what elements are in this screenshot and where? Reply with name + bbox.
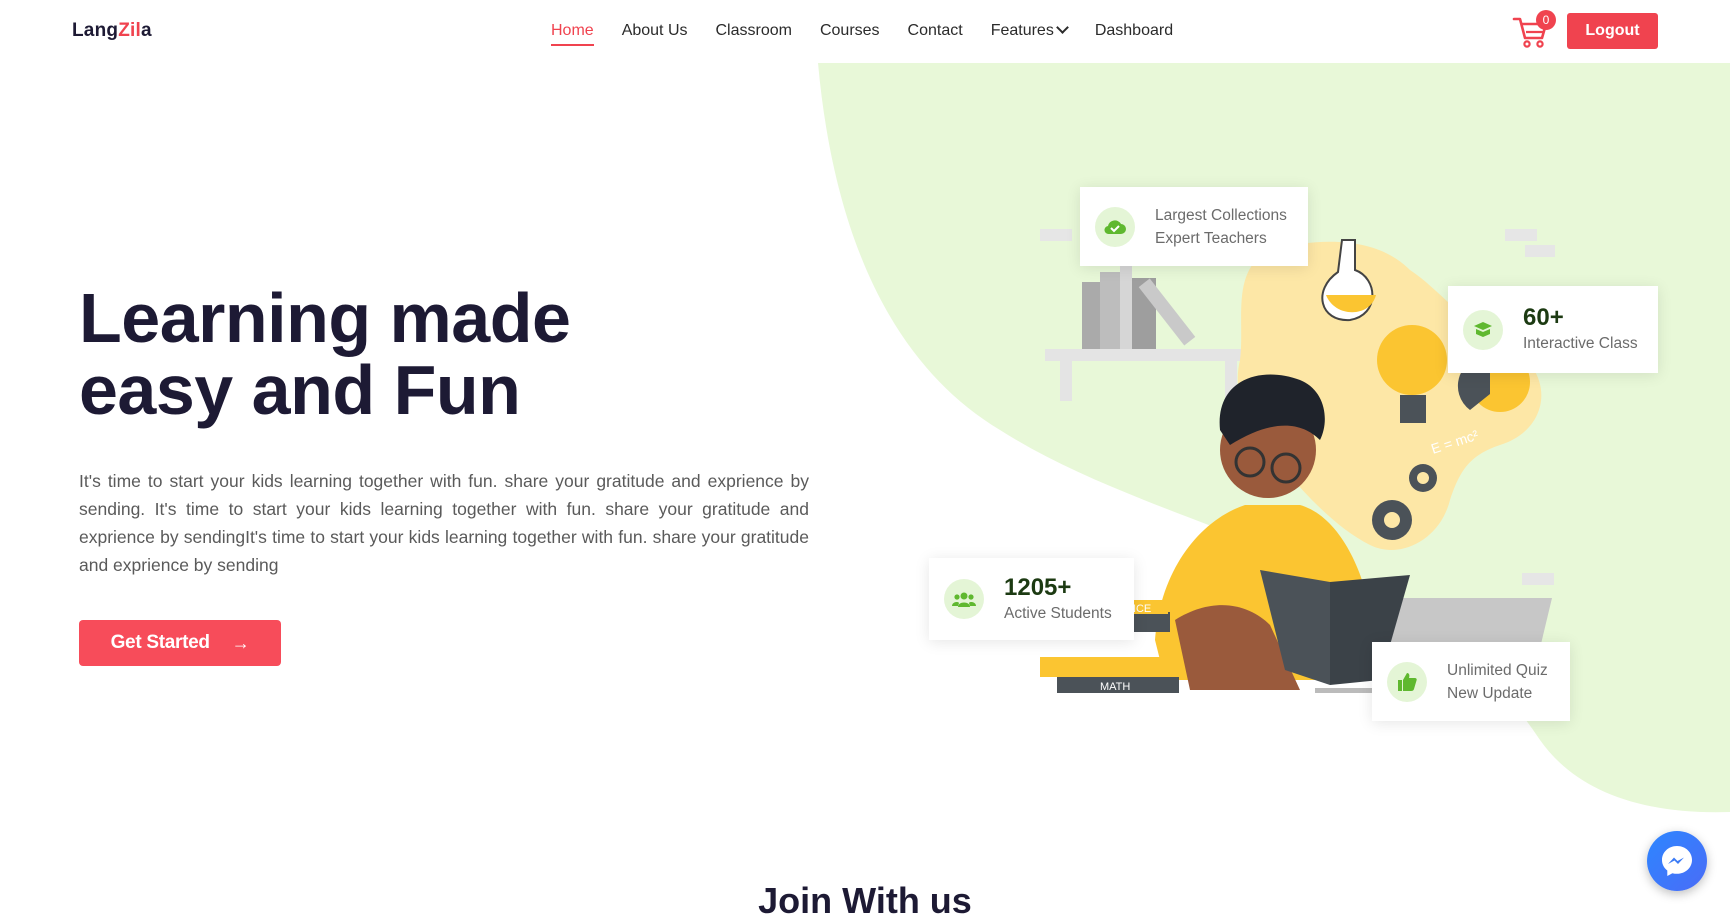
nav-home[interactable]: Home (551, 22, 594, 46)
logo-text-3: a (140, 20, 152, 41)
classes-value: 60+ (1523, 304, 1564, 331)
logout-button[interactable]: Logout (1567, 13, 1658, 49)
nav-classroom[interactable]: Classroom (716, 22, 792, 40)
get-started-button[interactable]: Get Started → (79, 620, 281, 666)
main-nav: Home About Us Classroom Courses Contact … (551, 21, 1201, 46)
collections-line2: Expert Teachers (1155, 229, 1267, 247)
join-section-title: Join With us (758, 880, 972, 921)
card-collections: Largest Collections Expert Teachers (1080, 187, 1308, 266)
nav-courses[interactable]: Courses (820, 22, 880, 40)
nav-contact[interactable]: Contact (908, 22, 963, 40)
site-header: LangZila Home About Us Classroom Courses… (0, 0, 1730, 63)
students-value: 1205+ (1004, 573, 1072, 601)
cloud-check-icon (1095, 206, 1135, 247)
collections-line1: Largest Collections (1155, 206, 1287, 224)
hero-background-blob (818, 63, 1730, 813)
messenger-icon (1662, 846, 1692, 876)
book-icon (1463, 309, 1503, 350)
card-unlimited-quiz: Unlimited Quiz New Update (1372, 642, 1570, 721)
nav-features[interactable]: Features (990, 21, 1069, 40)
card-active-students: 1205+ Active Students (929, 558, 1134, 640)
chevron-down-icon (1055, 21, 1069, 34)
classes-label: Interactive Class (1523, 335, 1638, 352)
students-label: Active Students (1004, 604, 1112, 622)
get-started-label: Get Started (110, 632, 210, 653)
hero-description: It's time to start your kids learning to… (79, 471, 809, 575)
logo-text-2: Zil (118, 20, 141, 41)
nav-dashboard[interactable]: Dashboard (1095, 22, 1173, 40)
card-interactive-class: 60+ Interactive Class (1448, 286, 1658, 373)
nav-about-us[interactable]: About Us (622, 22, 688, 40)
messenger-chat-button[interactable] (1647, 831, 1707, 891)
hero-title-line2: easy and Fun (79, 351, 521, 429)
hero-title-line1: Learning made (79, 279, 571, 357)
brand-logo[interactable]: LangZila (72, 20, 152, 42)
users-icon (944, 579, 984, 619)
logo-text-1: Lang (72, 20, 119, 41)
cart-count-badge: 0 (1536, 10, 1556, 30)
nav-features-label: Features (990, 22, 1054, 39)
arrow-right-icon: → (231, 632, 250, 653)
quiz-line2: New Update (1447, 684, 1533, 702)
hero-title: Learning made easy and Fun (79, 282, 639, 426)
thumbs-up-icon (1387, 661, 1427, 702)
quiz-line1: Unlimited Quiz (1447, 661, 1548, 679)
